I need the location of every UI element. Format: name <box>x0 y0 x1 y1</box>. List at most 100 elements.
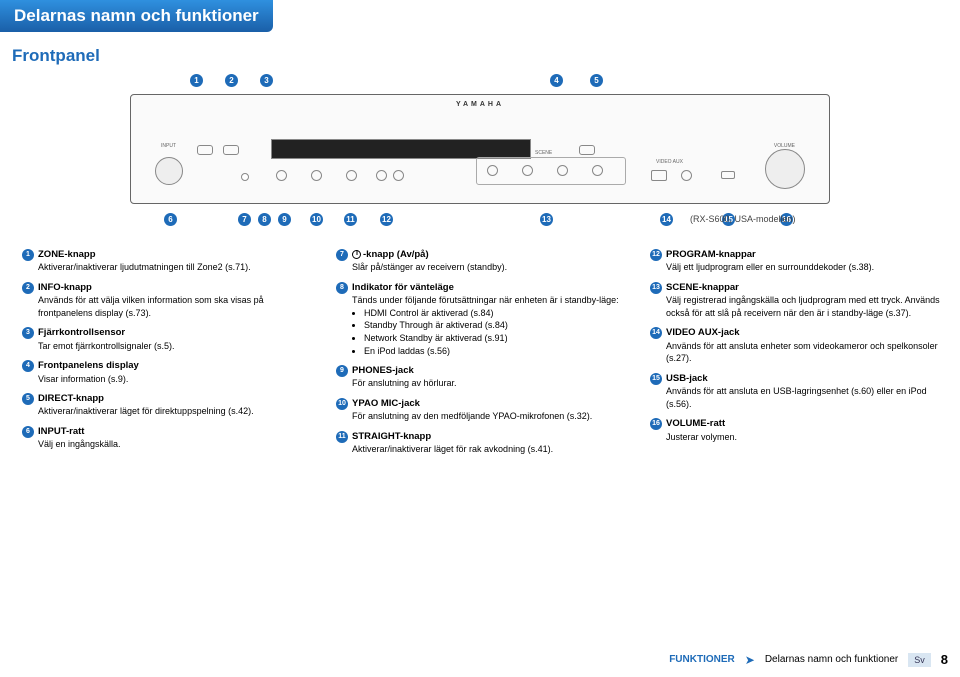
marker-14: 14 <box>660 213 673 226</box>
item-8: 8 Indikator för väntelägeTänds under följ… <box>336 281 628 357</box>
column-2: 7 -knapp (Av/på)Slår på/stänger av receiv… <box>336 248 628 463</box>
item-heading: USB-jack <box>666 372 708 385</box>
front-panel-diagram: 1 2 3 4 5 YAMAHA INPUT VOLUME SCENE VIDE… <box>130 74 830 238</box>
item-4: 4Frontpanelens displayVisar information … <box>22 359 314 385</box>
phones-jack <box>276 170 287 181</box>
list-item: HDMI Control är aktiverad (s.84) <box>364 307 628 320</box>
item-number: 3 <box>22 327 34 339</box>
item-number: 5 <box>22 393 34 405</box>
power-icon <box>352 250 361 259</box>
item-heading: Frontpanelens display <box>38 359 139 372</box>
item-15: 15 USB-jackAnvänds för att ansluta en USB… <box>650 372 942 410</box>
item-number: 13 <box>650 282 662 294</box>
item-heading: VIDEO AUX-jack <box>666 326 740 339</box>
item-desc: Slår på/stänger av receivern (standby). <box>352 261 628 274</box>
item-heading: Fjärrkontrollsensor <box>38 326 125 339</box>
item-desc: Tänds under följande förutsättningar när… <box>352 294 628 307</box>
marker-9: 9 <box>278 213 291 226</box>
scene-group: SCENE <box>476 157 626 185</box>
usb-jack <box>721 171 735 179</box>
footer-title: Delarnas namn och funktioner <box>765 654 898 665</box>
item-heading: SCENE-knappar <box>666 281 739 294</box>
ypao-jack <box>311 170 322 181</box>
item-number: 14 <box>650 327 662 339</box>
video-jack <box>681 170 692 181</box>
volume-knob <box>765 149 805 189</box>
item-list: HDMI Control är aktiverad (s.84)Standby … <box>364 307 628 357</box>
item-desc: Tar emot fjärrkontrollsignaler (s.5). <box>38 340 314 353</box>
item-desc: För anslutning av den medföljande YPAO-m… <box>352 410 628 423</box>
item-desc: Välj en ingångskälla. <box>38 438 314 451</box>
item-heading: Indikator för vänteläge <box>352 281 454 294</box>
subtitle: Frontpanel <box>12 46 960 66</box>
item-3: 3 FjärrkontrollsensorTar emot fjärrkontro… <box>22 326 314 352</box>
program-l <box>376 170 387 181</box>
item-number: 16 <box>650 418 662 430</box>
item-desc: Aktiverar/inaktiverar ljudutmatningen ti… <box>38 261 314 274</box>
marker-6: 6 <box>164 213 177 226</box>
item-7: 7 -knapp (Av/på)Slår på/stänger av receiv… <box>336 248 628 274</box>
column-1: 1ZONE-knappAktiverar/inaktiverar ljudutm… <box>22 248 314 463</box>
item-2: 2 INFO-knappAnvänds för att välja vilken … <box>22 281 314 319</box>
footer-arrow-icon: ➤ <box>745 653 755 667</box>
item-13: 13 SCENE-knapparVälj registrerad ingångsk… <box>650 281 942 319</box>
scene-label: SCENE <box>535 150 552 156</box>
item-heading: INPUT-ratt <box>38 425 84 438</box>
program-r <box>393 170 404 181</box>
input-knob <box>155 157 183 185</box>
item-desc: Används för att välja vilken information… <box>38 294 314 319</box>
item-desc: Visar information (s.9). <box>38 373 314 386</box>
model-label: (RX-S600, USA-modellen) <box>690 214 960 224</box>
item-number: 8 <box>336 282 348 294</box>
footer-page: 8 <box>941 652 948 667</box>
item-desc: För anslutning av hörlurar. <box>352 377 628 390</box>
item-11: 11 STRAIGHT-knappAktiverar/inaktiverar lä… <box>336 430 628 456</box>
item-heading: VOLUME-ratt <box>666 417 725 430</box>
marker-5: 5 <box>590 74 603 87</box>
item-12: 12PROGRAM-knapparVälj ett ljudprogram el… <box>650 248 942 274</box>
direct-button <box>579 145 595 155</box>
list-item: Network Standby är aktiverad (s.91) <box>364 332 628 345</box>
marker-2: 2 <box>225 74 238 87</box>
item-heading: PHONES-jack <box>352 364 414 377</box>
videoaux-label: VIDEO AUX <box>656 159 683 165</box>
item-desc: Används för att ansluta en USB-lagringse… <box>666 385 942 410</box>
item-number: 15 <box>650 373 662 385</box>
item-6: 6INPUT-rattVälj en ingångskälla. <box>22 425 314 451</box>
item-number: 11 <box>336 431 348 443</box>
item-number: 7 <box>336 249 348 261</box>
item-number: 2 <box>22 282 34 294</box>
item-number: 1 <box>22 249 34 261</box>
item-heading: DIRECT-knapp <box>38 392 104 405</box>
marker-7: 7 <box>238 213 251 226</box>
display <box>271 139 531 159</box>
item-heading: STRAIGHT-knapp <box>352 430 431 443</box>
page-title: Delarnas namn och funktioner <box>0 0 273 32</box>
item-heading: INFO-knapp <box>38 281 92 294</box>
list-item: En iPod laddas (s.56) <box>364 345 628 358</box>
item-5: 5DIRECT-knappAktiverar/inaktiverar läget… <box>22 392 314 418</box>
item-9: 9PHONES-jackFör anslutning av hörlurar. <box>336 364 628 390</box>
item-heading: YPAO MIC-jack <box>352 397 420 410</box>
item-heading: -knapp (Av/på) <box>352 248 429 261</box>
item-14: 14VIDEO AUX-jackAnvänds för att ansluta … <box>650 326 942 364</box>
item-10: 10 YPAO MIC-jackFör anslutning av den med… <box>336 397 628 423</box>
item-desc: Välj registrerad ingångskälla och ljudpr… <box>666 294 942 319</box>
list-item: Standby Through är aktiverad (s.84) <box>364 319 628 332</box>
item-desc: Aktiverar/inaktiverar läget för rak avko… <box>352 443 628 456</box>
marker-10: 10 <box>310 213 323 226</box>
item-desc: Justerar volymen. <box>666 431 942 444</box>
item-number: 10 <box>336 398 348 410</box>
info-button <box>223 145 239 155</box>
item-desc: Välj ett ljudprogram eller en surroundde… <box>666 261 942 274</box>
item-16: 16 VOLUME-rattJusterar volymen. <box>650 417 942 443</box>
hdmi-jack <box>651 170 667 181</box>
footer-lang: Sv <box>908 653 931 667</box>
brand-logo: YAMAHA <box>456 101 504 108</box>
description-columns: 1ZONE-knappAktiverar/inaktiverar ljudutm… <box>0 248 960 463</box>
marker-12: 12 <box>380 213 393 226</box>
power-button <box>241 173 249 181</box>
marker-3: 3 <box>260 74 273 87</box>
page-footer: FUNKTIONER ➤ Delarnas namn och funktione… <box>669 652 948 667</box>
footer-category: FUNKTIONER <box>669 654 735 665</box>
